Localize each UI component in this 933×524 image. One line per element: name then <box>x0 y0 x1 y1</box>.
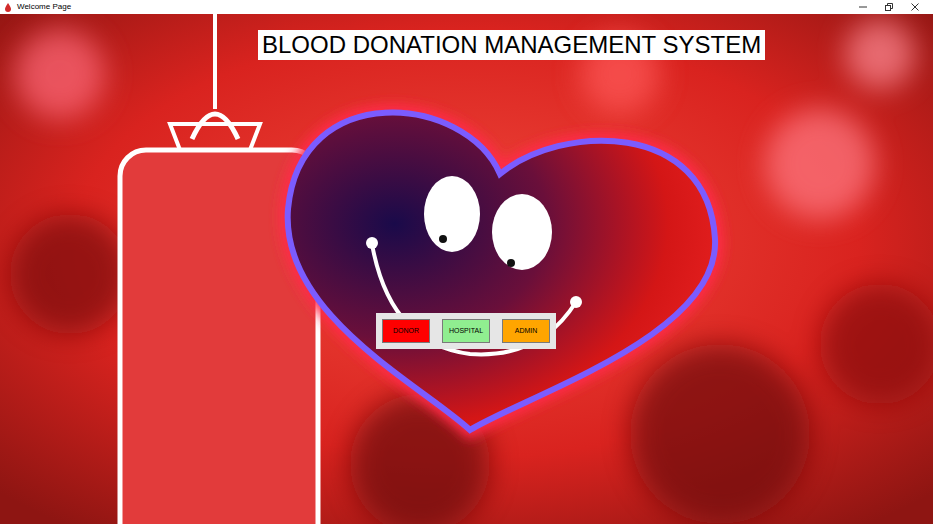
background-picture <box>0 14 933 524</box>
title-bar: Welcome Page <box>0 0 933 14</box>
app-drop-icon <box>4 3 12 12</box>
role-button-bar: DONOR HOSPITAL ADMIN <box>376 313 556 349</box>
minimize-icon[interactable] <box>859 3 867 11</box>
maximize-icon[interactable] <box>885 3 893 11</box>
app-window: Welcome Page BLOOD DONATION MANAGEMENT SY… <box>0 0 933 524</box>
welcome-panel: BLOOD DONATION MANAGEMENT SYSTEM DONOR HOS… <box>0 14 933 524</box>
role-button[interactable]: HOSPITAL <box>442 319 490 343</box>
role-button[interactable]: DONOR <box>382 319 430 343</box>
window-title: Welcome Page <box>17 2 71 12</box>
role-button[interactable]: ADMIN <box>502 319 550 343</box>
close-icon[interactable] <box>911 3 919 11</box>
heading-label: BLOOD DONATION MANAGEMENT SYSTEM <box>258 30 765 60</box>
